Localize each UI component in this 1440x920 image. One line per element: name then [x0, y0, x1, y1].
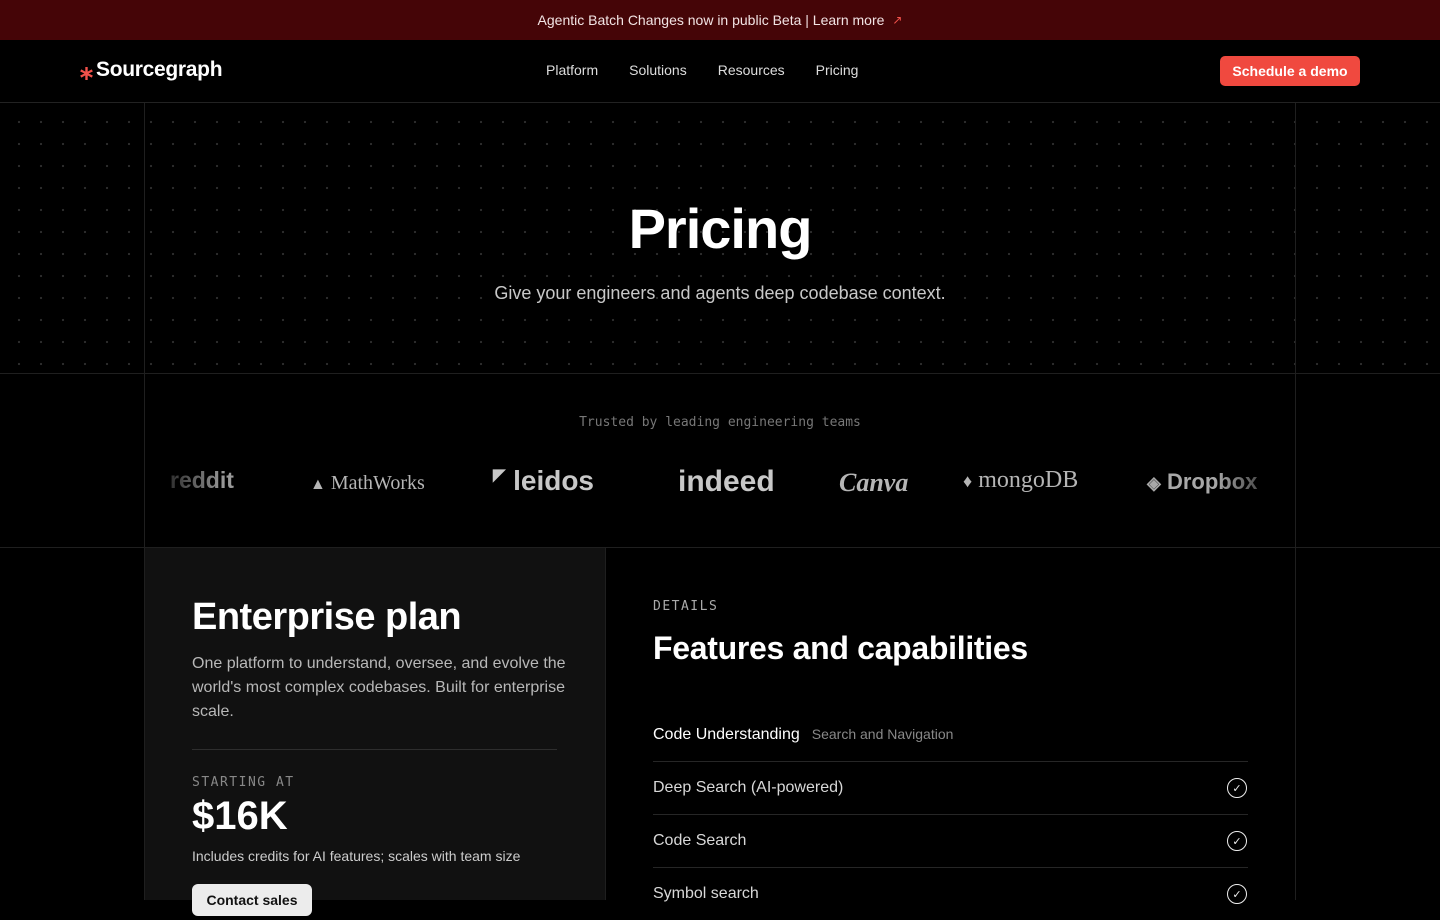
- main-menu: Platform Solutions Resources Pricing: [546, 62, 858, 78]
- nav-item-pricing[interactable]: Pricing: [816, 62, 859, 78]
- banner-text[interactable]: Agentic Batch Changes now in public Beta…: [538, 12, 885, 28]
- nav-item-resources[interactable]: Resources: [718, 62, 785, 78]
- enterprise-plan-card: Enterprise plan One platform to understa…: [145, 548, 605, 916]
- top-navigation: ⁎ Sourcegraph Platform Solutions Resourc…: [0, 40, 1440, 103]
- logo-leidos: ◤ leidos: [493, 465, 594, 497]
- logo-canva: Canva: [839, 468, 909, 497]
- trusted-by-label: Trusted by leading engineering teams: [579, 415, 861, 430]
- feature-category-sub: Search and Navigation: [811, 726, 954, 742]
- mathworks-mark-icon: ▲: [310, 476, 326, 493]
- customer-logo-strip: reddit ▲ MathWorks ◤ leidos indeed Canva…: [145, 455, 1295, 515]
- nav-item-solutions[interactable]: Solutions: [629, 62, 687, 78]
- feature-label: Deep Search (AI-powered): [653, 779, 844, 796]
- check-circle-icon: ✓: [1227, 778, 1247, 798]
- plan-title: Enterprise plan: [192, 596, 462, 638]
- feature-label: Symbol search: [653, 885, 759, 902]
- details-eyebrow: DETAILS: [653, 599, 719, 614]
- plan-includes-note: Includes credits for AI features; scales…: [192, 848, 521, 864]
- plan-description: One platform to understand, oversee, and…: [192, 655, 566, 720]
- logo-strip-fade-right: [1215, 455, 1295, 515]
- mongodb-leaf-icon: ♦: [963, 471, 973, 491]
- check-circle-icon: ✓: [1227, 831, 1247, 851]
- check-circle-icon: ✓: [1227, 884, 1247, 904]
- logo-mongodb-text: mongoDB: [978, 467, 1079, 493]
- logo-mathworks: ▲ MathWorks: [310, 472, 425, 495]
- plan-divider: [192, 749, 557, 750]
- features-title: Features and capabilities: [653, 630, 1028, 666]
- nav-item-platform[interactable]: Platform: [546, 62, 598, 78]
- contact-sales-button[interactable]: Contact sales: [192, 884, 312, 916]
- sourcegraph-logo[interactable]: ⁎ Sourcegraph: [80, 55, 223, 85]
- pricing-hero: Pricing Give your engineers and agents d…: [0, 103, 1440, 373]
- page-subtitle: Give your engineers and agents deep code…: [494, 283, 946, 303]
- feature-category-name: Code Understanding: [653, 726, 800, 743]
- plan-price: $16K: [192, 794, 288, 838]
- logo-indeed: indeed: [678, 465, 775, 498]
- leidos-mark-icon: ◤: [493, 467, 506, 484]
- schedule-demo-button[interactable]: Schedule a demo: [1220, 56, 1360, 86]
- logo-text: Sourcegraph: [96, 58, 223, 81]
- logo-mathworks-text: MathWorks: [330, 472, 425, 494]
- dropbox-box-icon: ◈: [1147, 473, 1161, 493]
- announcement-banner[interactable]: Agentic Batch Changes now in public Beta…: [0, 0, 1440, 40]
- feature-label: Code Search: [653, 832, 747, 849]
- feature-row: Deep Search (AI-powered) ✓: [653, 761, 1248, 814]
- page-title: Pricing: [628, 197, 813, 260]
- features-section: DETAILS Features and capabilities Code U…: [606, 548, 1295, 904]
- sourcegraph-logo-icon: ⁎: [80, 55, 93, 85]
- feature-row: Code Search ✓: [653, 814, 1248, 867]
- arrow-up-right-icon: ↗: [892, 13, 903, 27]
- logo-strip-fade-left: [145, 455, 225, 515]
- feature-row: Symbol search ✓: [653, 867, 1248, 920]
- feature-category: Code Understanding Search and Navigation: [653, 726, 953, 744]
- logo-leidos-text: leidos: [513, 465, 595, 496]
- logo-mongodb: ♦ mongoDB: [963, 467, 1078, 494]
- grid-divider-right: [1295, 103, 1296, 900]
- section-divider-hero: [0, 373, 1440, 374]
- feature-list: Deep Search (AI-powered) ✓ Code Search ✓…: [653, 761, 1248, 920]
- starting-at-label: STARTING AT: [192, 775, 295, 790]
